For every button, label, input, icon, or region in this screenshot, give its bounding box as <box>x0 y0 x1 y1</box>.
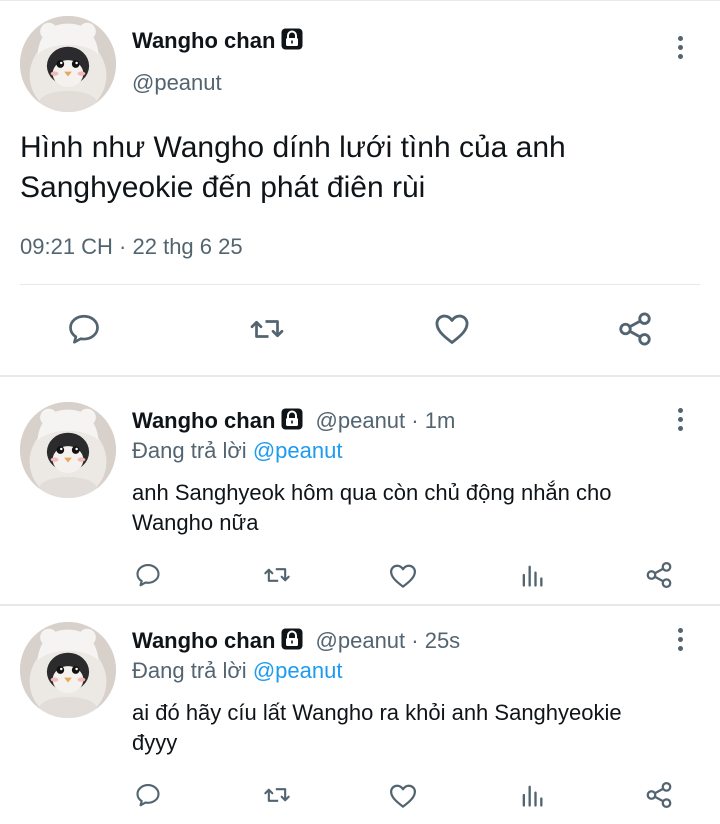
reply-icon[interactable] <box>134 781 162 809</box>
author-name[interactable]: Wangho chan <box>132 628 275 653</box>
section-divider <box>0 375 720 377</box>
section-divider <box>0 604 720 606</box>
avatar[interactable] <box>20 622 116 718</box>
reply-icon[interactable] <box>134 561 162 589</box>
analytics-icon[interactable] <box>518 781 546 809</box>
handle-time: @peanut · 25s <box>315 628 461 653</box>
share-icon[interactable] <box>644 560 674 590</box>
author-name[interactable]: Wangho chan <box>132 28 303 54</box>
top-divider <box>0 0 720 1</box>
tweet-text: ai đó hãy cíu lất Wangho ra khỏi anh San… <box>132 700 622 755</box>
avatar[interactable] <box>20 16 116 112</box>
retweet-icon[interactable] <box>261 561 293 589</box>
lock-icon <box>281 628 303 650</box>
replying-to: Đang trả lời @peanut <box>132 658 342 684</box>
replying-to-link[interactable]: @peanut <box>253 438 343 463</box>
more-options-icon[interactable] <box>668 32 692 62</box>
more-options-icon[interactable] <box>668 624 692 654</box>
replying-prefix: Đang trả lời <box>132 438 247 463</box>
lock-icon <box>281 408 303 430</box>
reply-header: Wangho chan @peanut · 1m <box>132 408 455 434</box>
divider <box>20 284 700 285</box>
like-icon[interactable] <box>433 310 471 348</box>
share-icon[interactable] <box>644 780 674 810</box>
lock-icon <box>281 28 303 50</box>
tweet-text: anh Sanghyeok hôm qua còn chủ động nhắn … <box>132 480 612 535</box>
reply-header: Wangho chan @peanut · 25s <box>132 628 460 654</box>
author-name[interactable]: Wangho chan <box>132 408 275 433</box>
replying-to-link[interactable]: @peanut <box>253 658 343 683</box>
retweet-icon[interactable] <box>261 781 293 809</box>
author-name-text: Wangho chan <box>132 28 276 53</box>
share-icon[interactable] <box>616 310 654 348</box>
like-icon[interactable] <box>388 561 418 591</box>
reply-icon[interactable] <box>66 311 102 347</box>
like-icon[interactable] <box>388 781 418 811</box>
tweet-timestamp[interactable]: 09:21 CH · 22 thg 6 25 <box>20 234 243 260</box>
replying-prefix: Đang trả lời <box>132 658 247 683</box>
tweet-text: Hình như Wangho dính lưới tình của anh S… <box>20 131 566 204</box>
handle-time: @peanut · 1m <box>315 408 456 433</box>
more-options-icon[interactable] <box>668 404 692 434</box>
retweet-icon[interactable] <box>247 311 287 347</box>
analytics-icon[interactable] <box>518 561 546 589</box>
replying-to: Đang trả lời @peanut <box>132 438 342 464</box>
avatar[interactable] <box>20 402 116 498</box>
author-handle[interactable]: @peanut <box>132 70 222 96</box>
